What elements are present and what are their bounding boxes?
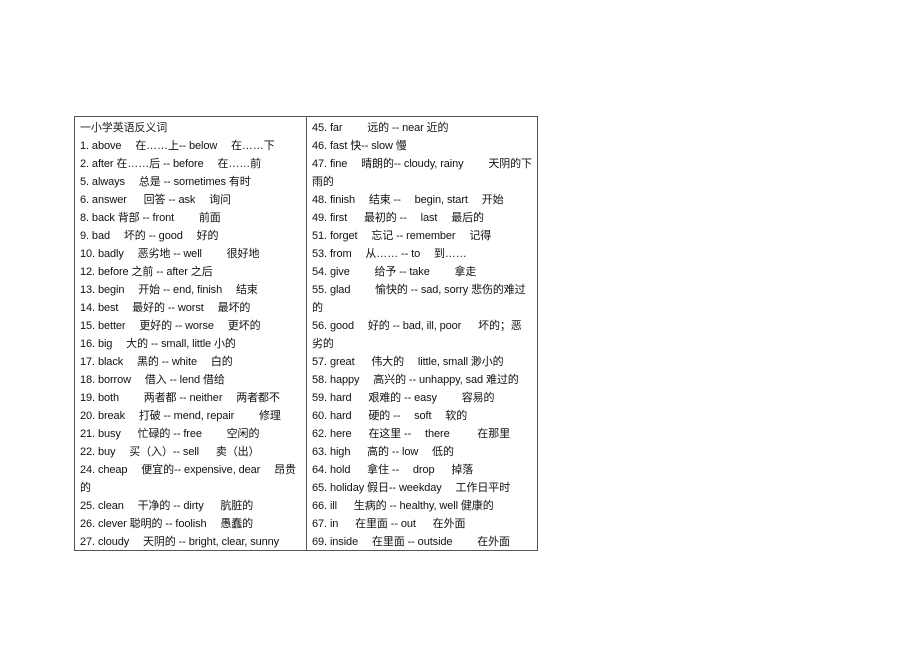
antonym-entry-line: 24. cheap 便宜的-- expensive, dear 昂贵 [80,464,296,476]
antonym-entry-line: 63. high 高的 -- low 低的 [312,446,454,458]
document-title: 一小学英语反义词 [80,122,168,134]
antonym-entry-line: 69. inside 在里面 -- outside 在外面 [312,536,510,548]
antonym-entry-line: 15. better 更好的 -- worse 更坏的 [80,320,261,332]
antonym-entry-line: 47. fine 晴朗的-- cloudy, rainy 天阴的下 [312,158,532,170]
antonym-entry-line: 56. good 好的 -- bad, ill, poor 坏的；恶 [312,320,522,332]
antonym-entry-line: 9. bad 坏的 -- good 好的 [80,230,219,242]
left-column: 一小学英语反义词 1. above 在……上-- below 在……下 2. aft… [75,117,307,550]
antonym-entry-line: 2. after 在……后 -- before 在……前 [80,158,262,170]
antonym-entry-line: 的 [80,482,91,494]
antonym-entry-line: 19. both 两者都 -- neither 两者都不 [80,392,280,404]
antonym-entry-line: 64. hold 拿住 -- drop 掉落 [312,464,474,476]
antonym-entry-line: 的 [312,302,323,314]
antonym-entry-line: 67. in 在里面 -- out 在外面 [312,518,466,530]
antonym-entry-line: 雨的 [312,176,334,188]
antonym-entry-line: 60. hard 硬的 -- soft 软的 [312,410,468,422]
antonym-entry-line: 25. clean 干净的 -- dirty 肮脏的 [80,500,254,512]
antonym-entry-line: 12. before 之前 -- after 之后 [80,266,213,278]
antonym-entry-line: 27. cloudy 天阴的 -- bright, clear, sunny [80,536,280,548]
antonym-entry-line: 51. forget 忘记 -- remember 记得 [312,230,492,242]
antonym-entry-line: 26. clever 聪明的 -- foolish 愚蠢的 [80,518,254,530]
antonym-entry-line: 5. always 总是 -- sometimes 有时 [80,176,251,188]
antonym-entry-line: 13. begin 开始 -- end, finish 结束 [80,284,258,296]
antonym-entry-line: 10. badly 恶劣地 -- well 很好地 [80,248,260,260]
antonym-entry-line: 58. happy 高兴的 -- unhappy, sad 难过的 [312,374,519,386]
antonym-entry-line: 49. first 最初的 -- last 最后的 [312,212,484,224]
antonym-entry-line: 劣的 [312,338,334,350]
antonym-entry-line: 18. borrow 借入 -- lend 借给 [80,374,225,386]
antonym-entry-line: 1. above 在……上-- below 在……下 [80,140,275,152]
antonym-entry-line: 53. from 从…… -- to 到…… [312,248,467,260]
antonym-entry-line: 48. finish 结束 -- begin, start 开始 [312,194,504,206]
antonym-entry-line: 66. ill 生病的 -- healthy, well 健康的 [312,500,494,512]
right-column: 45. far 远的 -- near 近的 46. fast 快-- slow 慢… [307,117,537,550]
antonym-entry-line: 21. busy 忙碌的 -- free 空闲的 [80,428,260,440]
antonym-entry-line: 6. answer 回答 -- ask 询问 [80,194,231,206]
antonym-entry-line: 57. great 伟大的 little, small 渺小的 [312,356,504,368]
antonym-entry-line: 14. best 最好的 -- worst 最坏的 [80,302,251,314]
antonym-table: 一小学英语反义词 1. above 在……上-- below 在……下 2. aft… [74,116,538,551]
antonym-entry-line: 22. buy 买（入）-- sell 卖（出） [80,446,260,458]
antonym-entry-line: 65. holiday 假日-- weekday 工作日平时 [312,482,511,494]
antonym-entry-line: 45. far 远的 -- near 近的 [312,122,449,134]
antonym-entry-line: 16. big 大的 -- small, little 小的 [80,338,236,350]
antonym-entry-line: 62. here 在这里 -- there 在那里 [312,428,510,440]
antonym-entry-line: 55. glad 愉快的 -- sad, sorry 悲伤的难过 [312,284,526,296]
antonym-entry-line: 8. back 背部 -- front 前面 [80,212,221,224]
antonym-entry-line: 54. give 给予 -- take 拿走 [312,266,477,278]
antonym-entry-line: 17. black 黑的 -- white 白的 [80,356,233,368]
antonym-entry-line: 46. fast 快-- slow 慢 [312,140,407,152]
antonym-entry-line: 20. break 打破 -- mend, repair 修理 [80,410,281,422]
antonym-entry-line: 59. hard 艰难的 -- easy 容易的 [312,392,495,404]
